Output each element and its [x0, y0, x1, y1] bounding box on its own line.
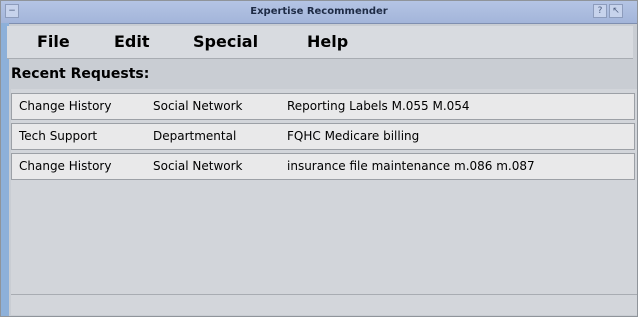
app-window: − Expertise Recommender ? ↖ File Edit Sp… — [0, 0, 638, 317]
recent-requests-title: Recent Requests: — [11, 66, 150, 82]
recent-requests-list: Change History Social Network Reporting … — [11, 89, 637, 294]
request-category: Change History — [19, 99, 112, 113]
request-network: Social Network — [153, 159, 243, 173]
resize-title-button[interactable]: ↖ — [609, 4, 623, 18]
window-title: Expertise Recommender — [250, 6, 388, 17]
menu-file[interactable]: File — [37, 26, 70, 58]
request-description: FQHC Medicare billing — [287, 129, 420, 143]
menu-special[interactable]: Special — [193, 26, 258, 58]
status-bar — [11, 294, 637, 315]
request-description: insurance file maintenance m.086 m.087 — [287, 159, 535, 173]
request-description: Reporting Labels M.055 M.054 — [287, 99, 470, 113]
title-bar[interactable]: − Expertise Recommender ? ↖ — [1, 1, 637, 24]
request-category: Change History — [19, 159, 112, 173]
request-row[interactable]: Tech Support Departmental FQHC Medicare … — [11, 123, 635, 150]
help-title-button[interactable]: ? — [593, 4, 607, 18]
request-category: Tech Support — [19, 129, 98, 143]
request-network: Social Network — [153, 99, 243, 113]
menu-bar: File Edit Special Help — [7, 26, 633, 59]
request-network: Departmental — [153, 129, 237, 143]
menu-help[interactable]: Help — [307, 26, 348, 58]
request-row[interactable]: Change History Social Network Reporting … — [11, 93, 635, 120]
request-row[interactable]: Change History Social Network insurance … — [11, 153, 635, 180]
menu-edit[interactable]: Edit — [114, 26, 150, 58]
window-left-border — [1, 23, 9, 316]
